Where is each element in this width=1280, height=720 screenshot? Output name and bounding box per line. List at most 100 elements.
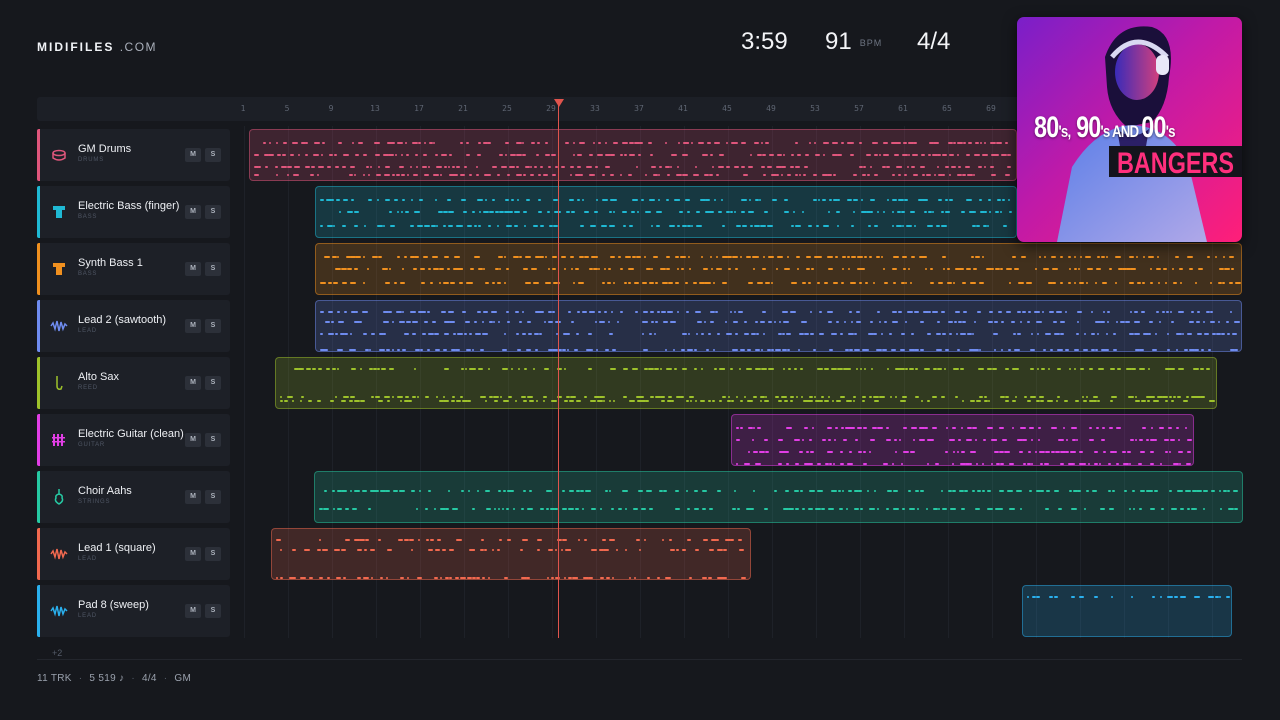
- mute-button[interactable]: M: [185, 604, 201, 618]
- clip-region[interactable]: [315, 300, 1242, 352]
- track-header[interactable]: Electric Guitar (clean) GUITAR M S: [37, 414, 230, 466]
- midi-note: [783, 321, 789, 323]
- midi-note: [312, 368, 316, 370]
- midi-note: [327, 577, 330, 579]
- midi-note: [464, 333, 467, 335]
- solo-button[interactable]: S: [205, 433, 221, 447]
- midi-note: [582, 199, 584, 201]
- midi-note: [320, 333, 323, 335]
- midi-note: [345, 539, 350, 541]
- midi-note: [354, 490, 360, 492]
- midi-note: [989, 311, 993, 313]
- track-header[interactable]: Lead 1 (square) LEAD M S: [37, 528, 230, 580]
- midi-note: [908, 268, 910, 270]
- midi-note: [1082, 396, 1084, 398]
- mute-button[interactable]: M: [185, 148, 201, 162]
- midi-note: [879, 154, 881, 156]
- clip-region[interactable]: [271, 528, 751, 580]
- midi-note: [961, 211, 965, 213]
- clip-region[interactable]: [315, 243, 1242, 295]
- midi-note: [319, 539, 321, 541]
- midi-note: [694, 508, 699, 510]
- midi-note: [636, 539, 640, 541]
- midi-note: [737, 508, 740, 510]
- midi-note: [973, 174, 975, 176]
- midi-note: [1116, 463, 1119, 465]
- mute-button[interactable]: M: [185, 319, 201, 333]
- solo-button[interactable]: S: [205, 148, 221, 162]
- solo-button[interactable]: S: [205, 604, 221, 618]
- midi-note: [638, 490, 643, 492]
- midi-note: [836, 400, 841, 402]
- midi-note: [1103, 311, 1105, 313]
- mute-button[interactable]: M: [185, 490, 201, 504]
- clip-region[interactable]: [315, 186, 1017, 238]
- midi-note: [841, 427, 844, 429]
- more-tracks-indicator[interactable]: +2: [52, 648, 62, 658]
- midi-note: [746, 256, 751, 258]
- midi-note: [691, 225, 693, 227]
- midi-note: [874, 225, 878, 227]
- track-header[interactable]: Lead 2 (sawtooth) LEAD M S: [37, 300, 230, 352]
- playhead[interactable]: [558, 104, 559, 638]
- midi-note: [834, 439, 836, 441]
- midi-note: [942, 174, 945, 176]
- midi-note: [665, 142, 667, 144]
- track-header[interactable]: Alto Sax REED M S: [37, 357, 230, 409]
- solo-button[interactable]: S: [205, 262, 221, 276]
- track-header[interactable]: Pad 8 (sweep) LEAD M S: [37, 585, 230, 637]
- playhead-handle[interactable]: [554, 99, 564, 107]
- midi-note: [374, 142, 380, 144]
- brand-logo[interactable]: MIDIFILES .COM: [37, 40, 157, 54]
- mute-button[interactable]: M: [185, 205, 201, 219]
- midi-note: [638, 154, 641, 156]
- midi-note: [869, 396, 872, 398]
- midi-note: [668, 396, 672, 398]
- midi-note: [1027, 400, 1031, 402]
- midi-note: [817, 368, 823, 370]
- midi-note: [1096, 268, 1101, 270]
- midi-note: [492, 199, 495, 201]
- clip-region[interactable]: [1022, 585, 1232, 637]
- midi-note: [977, 311, 981, 313]
- clip-region[interactable]: [275, 357, 1217, 409]
- midi-note: [1150, 282, 1153, 284]
- track-header[interactable]: GM Drums DRUMS M S: [37, 129, 230, 181]
- midi-note: [777, 154, 782, 156]
- midi-note: [439, 282, 441, 284]
- track-header[interactable]: Choir Aahs STRINGS M S: [37, 471, 230, 523]
- midi-note: [869, 508, 875, 510]
- solo-button[interactable]: S: [205, 319, 221, 333]
- track-header[interactable]: Synth Bass 1 BASS M S: [37, 243, 230, 295]
- midi-note: [754, 142, 759, 144]
- solo-button[interactable]: S: [205, 490, 221, 504]
- midi-note: [994, 349, 996, 351]
- midi-note: [855, 439, 858, 441]
- midi-note: [421, 282, 425, 284]
- clip-region[interactable]: [249, 129, 1017, 181]
- midi-note: [817, 282, 820, 284]
- solo-button[interactable]: S: [205, 205, 221, 219]
- midi-note: [1210, 282, 1212, 284]
- midi-note: [310, 174, 314, 176]
- midi-note: [924, 427, 928, 429]
- midi-note: [895, 396, 897, 398]
- midi-note: [680, 396, 684, 398]
- clip-region[interactable]: [731, 414, 1194, 466]
- mute-button[interactable]: M: [185, 376, 201, 390]
- mute-button[interactable]: M: [185, 547, 201, 561]
- midi-note: [395, 154, 397, 156]
- solo-button[interactable]: S: [205, 547, 221, 561]
- solo-button[interactable]: S: [205, 376, 221, 390]
- track-header[interactable]: Electric Bass (finger) BASS M S: [37, 186, 230, 238]
- clip-region[interactable]: [314, 471, 1243, 523]
- midi-note: [988, 321, 993, 323]
- midi-note: [1211, 490, 1215, 492]
- mute-button[interactable]: M: [185, 433, 201, 447]
- midi-note: [518, 368, 520, 370]
- midi-note: [966, 199, 972, 201]
- midi-note: [570, 174, 572, 176]
- track-color-stripe: [37, 414, 40, 466]
- midi-note: [858, 451, 862, 453]
- mute-button[interactable]: M: [185, 262, 201, 276]
